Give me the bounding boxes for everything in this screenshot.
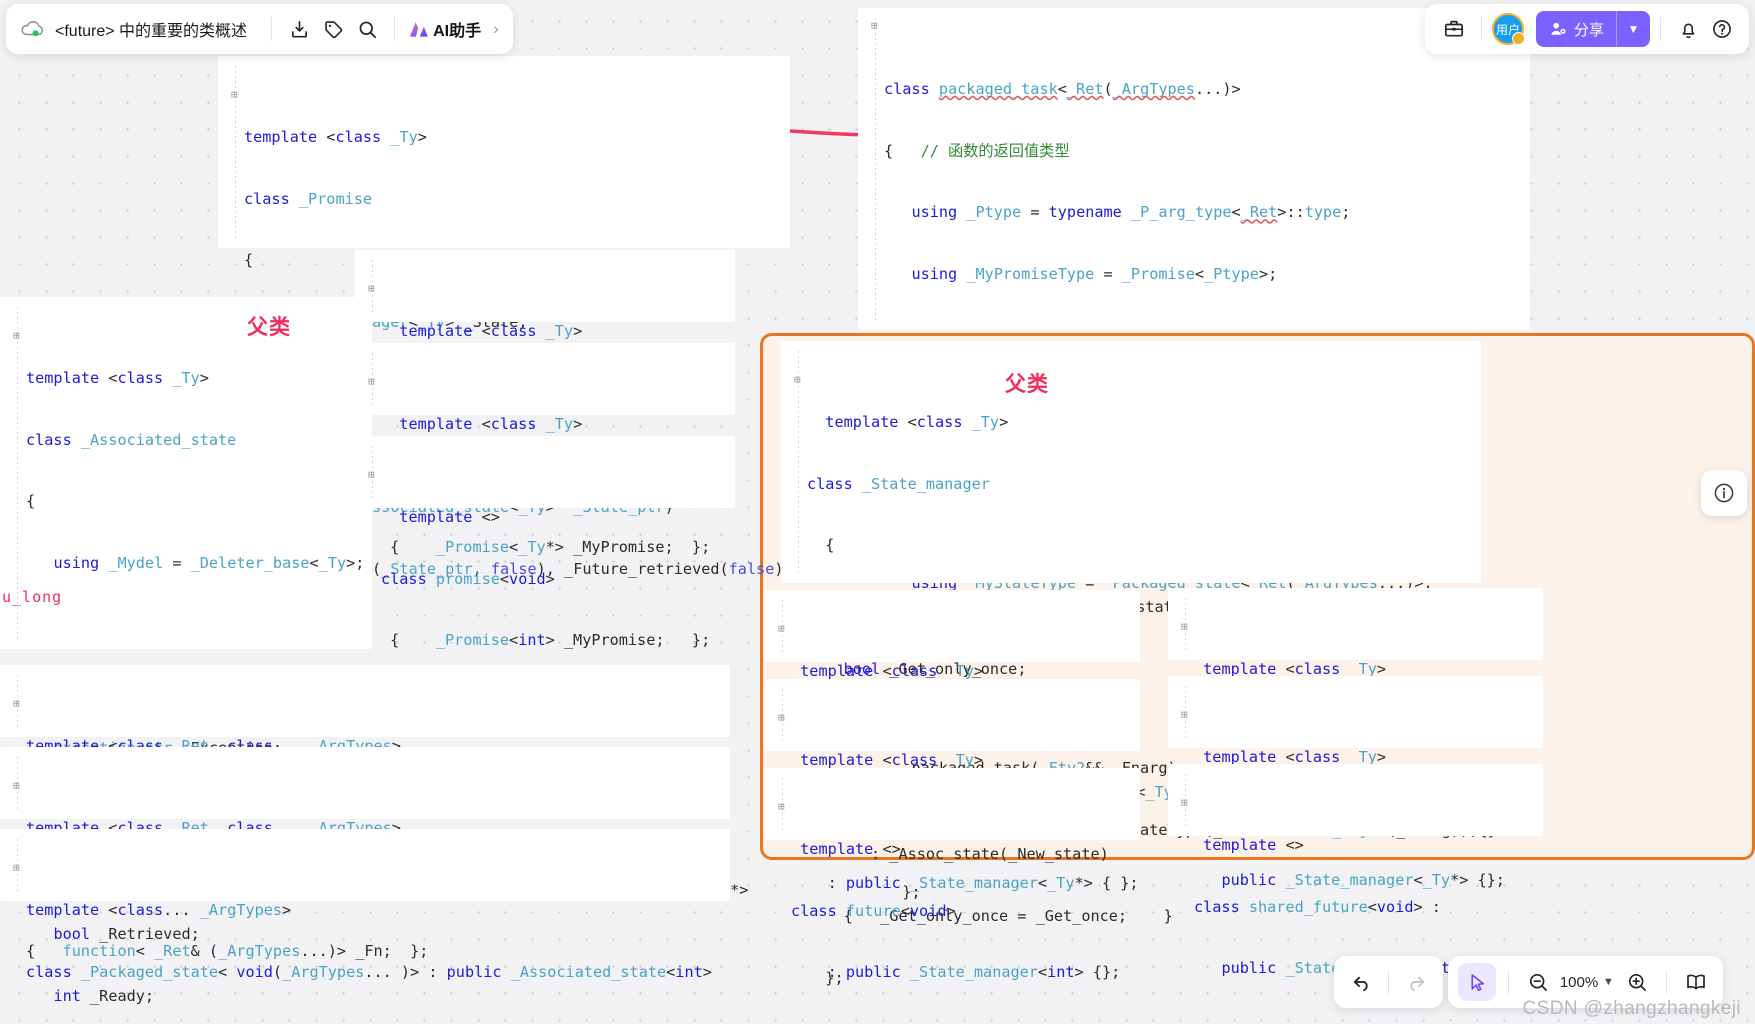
share-label: 分享 [1573,21,1604,39]
toolbar-divider-7 [1665,970,1667,994]
undo-arrow-icon [1350,971,1373,994]
tag-button[interactable] [316,12,350,46]
search-button[interactable] [350,12,384,46]
ai-sparkle-icon [407,19,430,39]
code-card-future-void[interactable]: ⊞ template <> class future<void> : publi… [765,768,1140,981]
code-card-shared-future-ref[interactable]: ⊞ template <class _Ty> class shared_futu… [1168,676,1543,889]
parent-class-label-associated-state[interactable]: 父类 [247,311,291,341]
bell-icon [1678,19,1699,40]
share-dropdown-caret[interactable]: ▼ [1616,11,1650,47]
toolbar-divider-3 [1480,17,1482,41]
zoom-in-icon [1626,971,1648,993]
zoom-out-button[interactable] [1521,965,1555,999]
chevron-right-icon[interactable]: › [493,19,499,39]
redo-arrow-icon [1405,971,1428,994]
code-card-future[interactable]: ⊞ template <class _Ty> class future : pu… [765,590,1140,803]
top-left-toolbar[interactable]: <future> 中的重要的类概述 AI助手 › [6,4,513,54]
gutter-marker-u-long: u_long [2,588,63,606]
code-card-future-ref[interactable]: ⊞ template <class _Ty> class future<_Ty&… [765,679,1140,892]
code-card-promise-impl[interactable]: ⊞ template <class _Ty> class _Promise { … [218,56,802,640]
toolbar-divider-6 [1508,970,1509,994]
cursor-tool-button[interactable] [1458,963,1496,1001]
avatar[interactable]: 用户 [1491,13,1525,45]
parent-class-label-state-manager[interactable]: 父类 [1005,368,1049,398]
toolbar-divider [271,17,273,41]
top-right-toolbar[interactable]: 用户 分享 ▼ [1424,4,1749,54]
export-button[interactable] [282,12,316,46]
toolbar-divider-2 [394,17,396,41]
code-card-packaged-state-void[interactable]: ⊞ template <class... _ArgTypes> class _P… [0,829,730,981]
code-card-packaged-state-retref[interactable]: ⊞ template <class _Ret, class... _ArgTyp… [0,747,748,960]
toolbar-divider-4 [1660,17,1661,41]
document-title[interactable]: <future> 中的重要的类概述 [55,17,247,41]
zoom-level-value[interactable]: 100% [1557,974,1601,991]
share-button[interactable]: 分享 ▼ [1535,11,1650,47]
zoom-in-button[interactable] [1620,965,1654,999]
ai-assistant-label: AI助手 [433,23,482,40]
code-card-promise[interactable]: ⊞ template <class _Ty> class promise { _… [355,250,735,463]
code-card-shared-future-void[interactable]: ⊞ template <> class shared_future<void> … [1168,764,1543,977]
presentation-button[interactable] [1679,965,1713,999]
briefcase-icon [1443,18,1465,40]
info-button[interactable] [1701,470,1747,516]
help-button[interactable] [1705,12,1739,46]
avatar-label: 用户 [1495,22,1520,37]
book-open-icon [1684,971,1708,993]
toolbar-divider-5 [1388,970,1389,994]
code-card-shared-future[interactable]: ⊞ template <class _Ty> class shared_futu… [1168,588,1543,801]
search-icon [357,19,378,40]
workspace-button[interactable] [1437,12,1471,46]
undo-button[interactable] [1344,965,1378,999]
cloud-logo-icon [20,19,46,39]
share-person-icon [1549,20,1567,38]
zoom-out-icon [1527,971,1549,993]
cursor-pointer-icon [1467,972,1488,993]
download-box-icon [289,19,310,40]
zoom-toolbar[interactable]: 100% ▼ [1448,956,1723,1008]
ai-assistant-button[interactable]: AI助手 [405,12,483,46]
redo-button[interactable] [1399,965,1433,999]
info-circle-icon [1712,481,1736,505]
code-card-packaged-task[interactable]: ⊞ class packaged_task<_Ret(_ArgTypes...)… [858,8,1530,901]
code-card-promise-void[interactable]: ⊞ template <> class promise<void> { _Pro… [355,436,735,649]
tag-icon [323,19,344,40]
code-card-state-manager[interactable]: ⊞ template <class _Ty> class _State_mana… [781,341,1481,987]
whiteboard-canvas[interactable]: ⊞ template <class _Ty> class _Promise { … [0,0,1755,1024]
code-card-promise-ref[interactable]: ⊞ template <class _Ty> class promise<_Ty… [355,343,735,556]
undo-redo-toolbar[interactable] [1334,956,1443,1008]
question-circle-icon [1711,18,1733,40]
zoom-dropdown-caret[interactable]: ▼ [1603,976,1614,988]
notifications-button[interactable] [1671,12,1705,46]
